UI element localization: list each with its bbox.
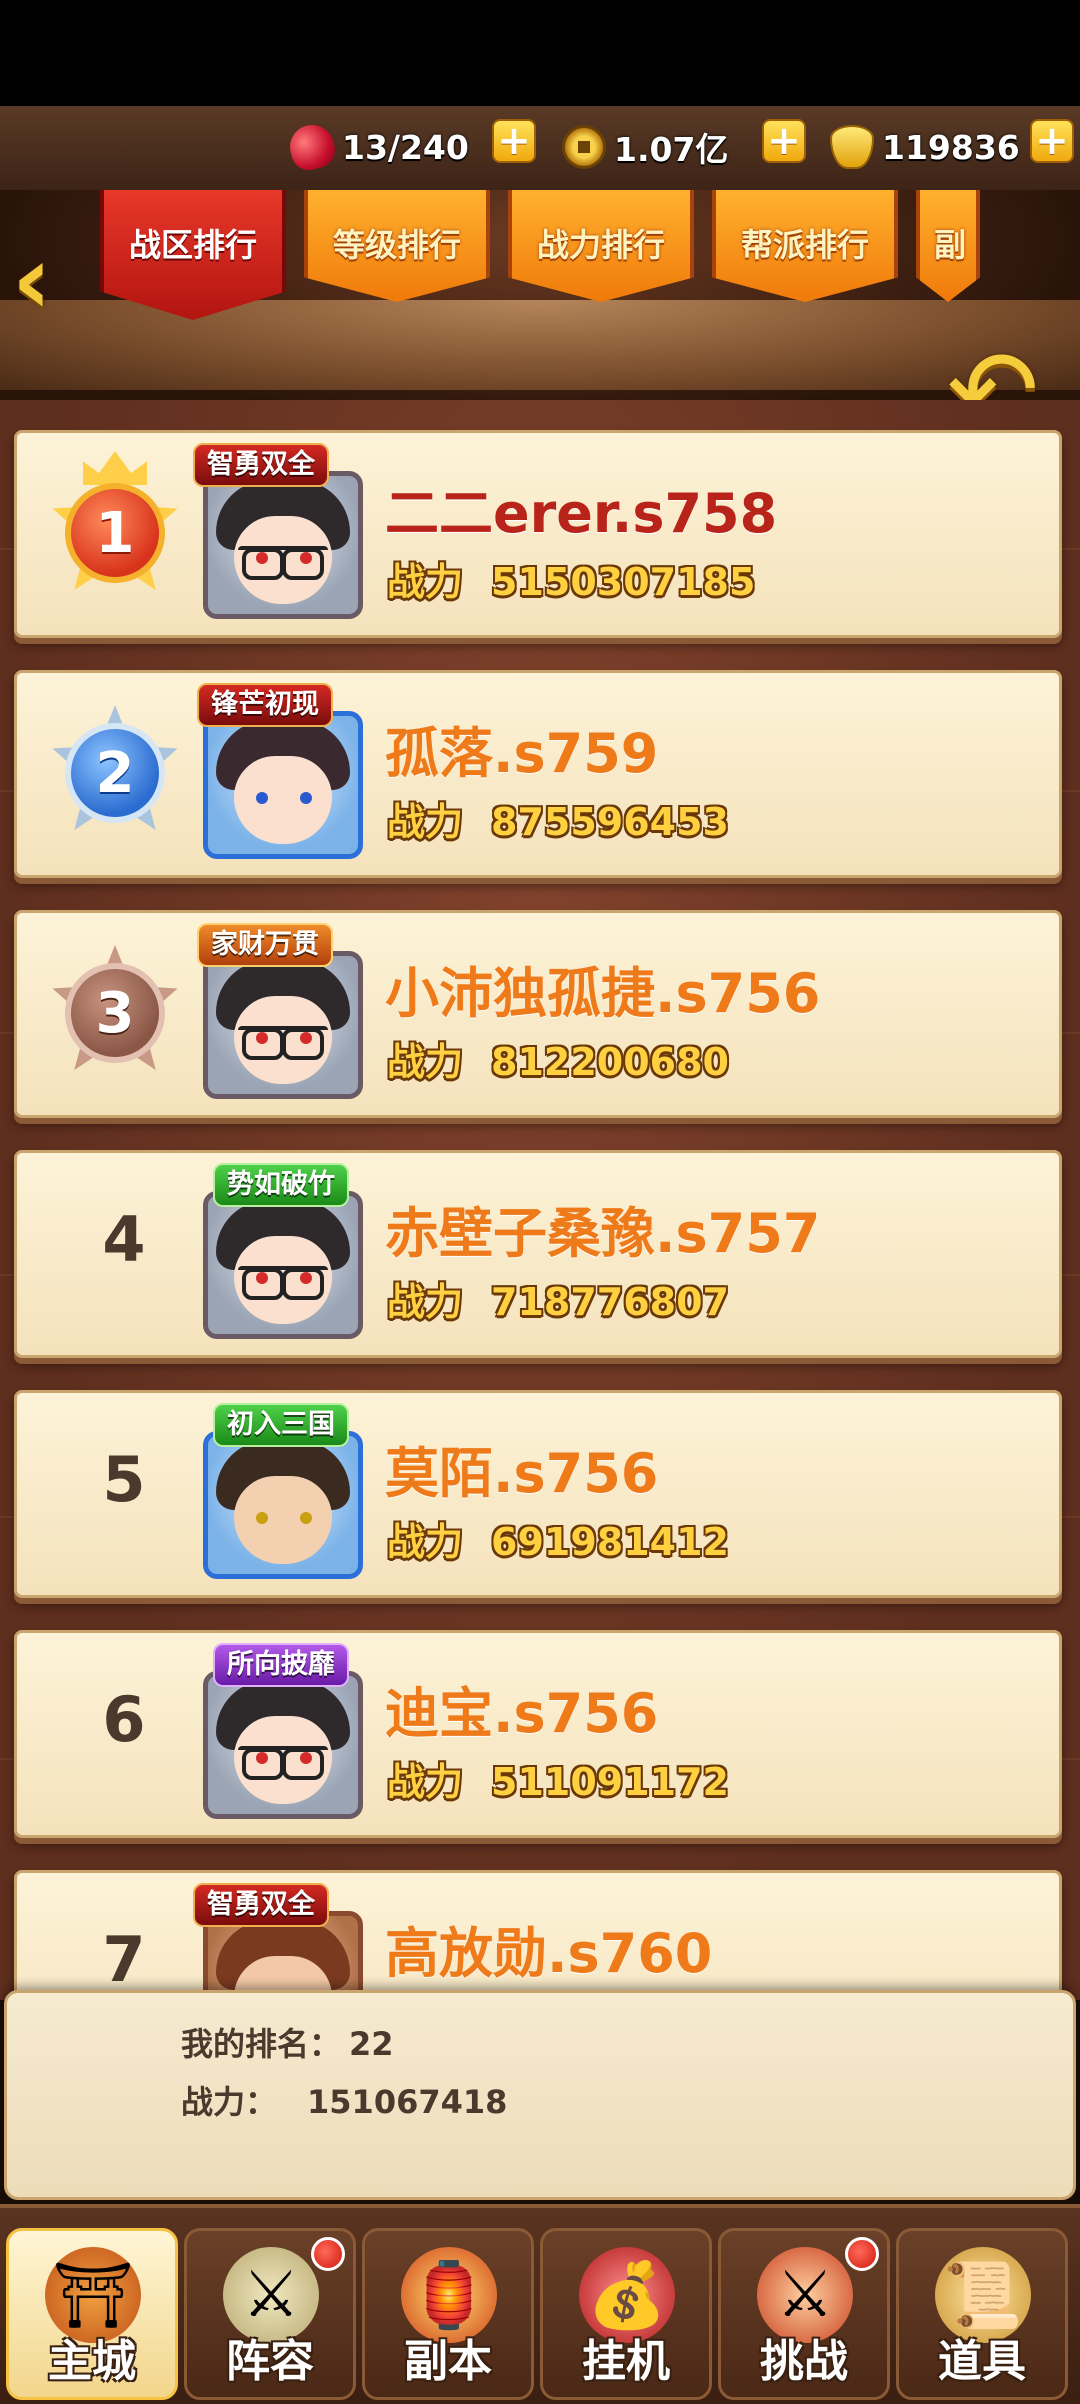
power-label: 战力 — [387, 1040, 464, 1084]
ranking-row[interactable]: 5 初入三国 莫陌.s756 战力 691981412 — [14, 1390, 1062, 1598]
add-copper-button[interactable]: + — [762, 119, 806, 163]
copper-resource: 1.07亿 — [562, 118, 728, 176]
stamina-value: 13/240 — [342, 127, 469, 167]
power-info: 战力 875596453 — [387, 791, 729, 846]
player-name: 迪宝.s756 — [385, 1682, 659, 1745]
back-arrow-icon[interactable]: ‹ — [12, 232, 82, 332]
power-value: 812200680 — [491, 1040, 729, 1084]
avatar[interactable] — [203, 1671, 363, 1819]
power-info: 战力 511091172 — [387, 1751, 729, 1806]
power-label: 战力 — [387, 1280, 464, 1324]
bronze-medal-icon: 3 — [47, 945, 183, 1081]
power-value: 691981412 — [491, 1520, 729, 1564]
player-name: 莫陌.s756 — [385, 1442, 659, 1505]
stamina-resource: 13/240 — [285, 118, 469, 176]
copper-coin-icon — [562, 125, 606, 169]
my-rank-line: 我的排名： 22 — [181, 2019, 394, 2065]
copper-value: 1.07亿 — [614, 130, 729, 169]
nav-dungeon[interactable]: 🏮 副本 — [362, 2228, 534, 2400]
tab-label: 帮派排行 — [740, 226, 869, 264]
my-power-value: 151067418 — [307, 2083, 508, 2121]
stamina-heart-icon — [285, 120, 339, 174]
player-name: 赤壁子桑豫.s757 — [385, 1202, 821, 1265]
rank-number: 7 — [102, 1923, 146, 1996]
ingot-resource: 119836 — [830, 118, 1020, 176]
power-label: 战力 — [387, 800, 464, 844]
status-bar — [0, 0, 1080, 106]
tab-label: 副 — [934, 226, 967, 264]
nav-label: 副本 — [404, 2336, 492, 2387]
notification-dot — [311, 2237, 345, 2271]
nav-label: 主城 — [48, 2336, 136, 2387]
ingot-value: 119836 — [882, 127, 1020, 167]
avatar[interactable] — [203, 471, 363, 619]
nav-label: 阵容 — [226, 2336, 314, 2387]
power-info: 战力 5150307185 — [387, 551, 755, 606]
gold-medal-icon: 1 — [47, 451, 183, 601]
nav-idle[interactable]: 💰 挂机 — [540, 2228, 712, 2400]
nav-main-city[interactable]: ⛩ 主城 — [6, 2228, 178, 2400]
rank-number: 5 — [102, 1443, 146, 1516]
tab-label: 战力排行 — [536, 226, 665, 264]
nav-challenge[interactable]: ⚔ 挑战 — [718, 2228, 890, 2400]
my-rank-label: 我的排名： — [181, 2025, 342, 2063]
player-name: 孤落.s759 — [385, 722, 659, 785]
avatar[interactable] — [203, 1191, 363, 1339]
rank-number: 4 — [102, 1203, 146, 1276]
bottom-navigation: ⛩ 主城 ⚔ 阵容 🏮 副本 💰 挂机 ⚔ 挑战 📜 道具 — [0, 2204, 1080, 2404]
ranking-row[interactable]: 4 势如破竹 赤壁子桑豫.s757 战力 718776807 — [14, 1150, 1062, 1358]
title-badge: 势如破竹 — [213, 1163, 349, 1207]
nav-items[interactable]: 📜 道具 — [896, 2228, 1068, 2400]
power-info: 战力 718776807 — [387, 1271, 729, 1326]
player-name: 小沛独孤捷.s756 — [385, 962, 821, 1025]
gold-ingot-icon — [830, 125, 874, 169]
title-badge: 家财万贯 — [197, 923, 333, 967]
ranking-row[interactable]: 6 所向披靡 迪宝.s756 战力 511091172 — [14, 1630, 1062, 1838]
my-power-label: 战力： — [181, 2083, 278, 2121]
ranking-list[interactable]: 1 智勇双全 二二erer.s758 战力 5150307185 2 锋芒初现 … — [0, 400, 1080, 2078]
nav-label: 挂机 — [582, 2336, 670, 2387]
avatar[interactable] — [203, 711, 363, 859]
title-badge: 智勇双全 — [193, 1883, 329, 1927]
power-info: 战力 812200680 — [387, 1031, 729, 1086]
player-name: 二二erer.s758 — [385, 482, 778, 545]
power-label: 战力 — [387, 1760, 464, 1804]
player-name: 高放勋.s760 — [385, 1922, 713, 1985]
power-value: 5150307185 — [491, 560, 756, 604]
notification-dot — [845, 2237, 879, 2271]
power-info: 战力 691981412 — [387, 1511, 729, 1566]
ranking-row[interactable]: 1 智勇双全 二二erer.s758 战力 5150307185 — [14, 430, 1062, 638]
title-badge: 所向披靡 — [213, 1643, 349, 1687]
avatar[interactable] — [203, 1431, 363, 1579]
power-label: 战力 — [387, 560, 464, 604]
rank-number: 2 — [65, 723, 165, 823]
my-power-line: 战力： 151067418 — [181, 2077, 507, 2123]
header-shelf — [0, 300, 1080, 390]
title-badge: 初入三国 — [213, 1403, 349, 1447]
nav-label: 挑战 — [760, 2336, 848, 2387]
nav-label: 道具 — [938, 2336, 1026, 2387]
resource-bar: 13/240 + 1.07亿 + 119836 + — [0, 106, 1080, 194]
add-stamina-button[interactable]: + — [492, 119, 536, 163]
avatar[interactable] — [203, 951, 363, 1099]
ranking-row[interactable]: 2 锋芒初现 孤落.s759 战力 875596453 — [14, 670, 1062, 878]
power-value: 511091172 — [491, 1760, 729, 1804]
title-badge: 锋芒初现 — [197, 683, 333, 727]
tab-label: 等级排行 — [332, 226, 461, 264]
silver-medal-icon: 2 — [47, 705, 183, 841]
title-badge: 智勇双全 — [193, 443, 329, 487]
power-value: 875596453 — [491, 800, 729, 844]
rank-number: 6 — [102, 1683, 146, 1756]
ranking-row[interactable]: 3 家财万贯 小沛独孤捷.s756 战力 812200680 — [14, 910, 1062, 1118]
rank-number: 1 — [65, 483, 165, 583]
nav-lineup[interactable]: ⚔ 阵容 — [184, 2228, 356, 2400]
rank-number: 3 — [65, 963, 165, 1063]
my-rank-value: 22 — [349, 2025, 394, 2063]
power-label: 战力 — [387, 1520, 464, 1564]
power-value: 718776807 — [491, 1280, 729, 1324]
my-rank-panel: 我的排名： 22 战力： 151067418 — [4, 1990, 1076, 2200]
add-ingot-button[interactable]: + — [1030, 119, 1074, 163]
tab-label: 战区排行 — [128, 226, 257, 264]
